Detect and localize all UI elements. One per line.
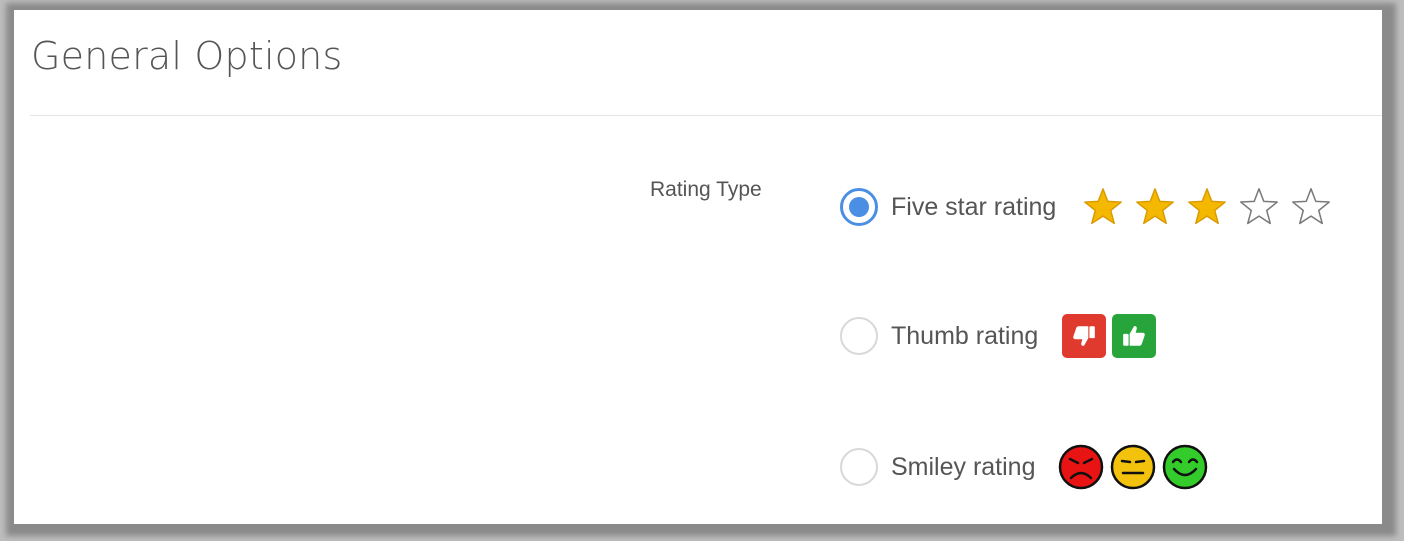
five-star-rating-label: Five star rating — [891, 192, 1057, 221]
thumb-preview — [1062, 314, 1162, 358]
smiley-rating-option[interactable]: Smiley rating — [840, 444, 1214, 490]
thumb-rating-option[interactable]: Thumb rating — [840, 314, 1162, 358]
general-options-panel: General Options Rating Type Five star ra… — [14, 10, 1382, 524]
divider — [30, 115, 1382, 116]
angry-face-icon — [1058, 444, 1103, 490]
five-star-rating-option[interactable]: Five star rating — [840, 185, 1340, 229]
neutral-face-icon — [1110, 444, 1155, 490]
star-empty-icon — [1240, 188, 1279, 225]
star-filled-icon — [1136, 188, 1175, 225]
smiley-radio[interactable] — [840, 448, 878, 486]
star-empty-icon — [1292, 188, 1331, 225]
happy-face-icon — [1162, 444, 1207, 490]
section-title: General Options — [31, 34, 343, 78]
rating-type-label: Rating Type — [650, 178, 762, 201]
smiley-preview — [1058, 444, 1214, 490]
thumb-down-icon — [1062, 314, 1107, 358]
five-star-radio[interactable] — [840, 188, 878, 226]
thumb-up-icon — [1112, 314, 1157, 358]
star-filled-icon — [1188, 188, 1227, 225]
star-filled-icon — [1084, 188, 1123, 225]
star-preview — [1080, 185, 1340, 229]
thumb-rating-label: Thumb rating — [891, 321, 1039, 350]
smiley-rating-label: Smiley rating — [891, 452, 1036, 481]
thumb-radio[interactable] — [840, 317, 878, 355]
